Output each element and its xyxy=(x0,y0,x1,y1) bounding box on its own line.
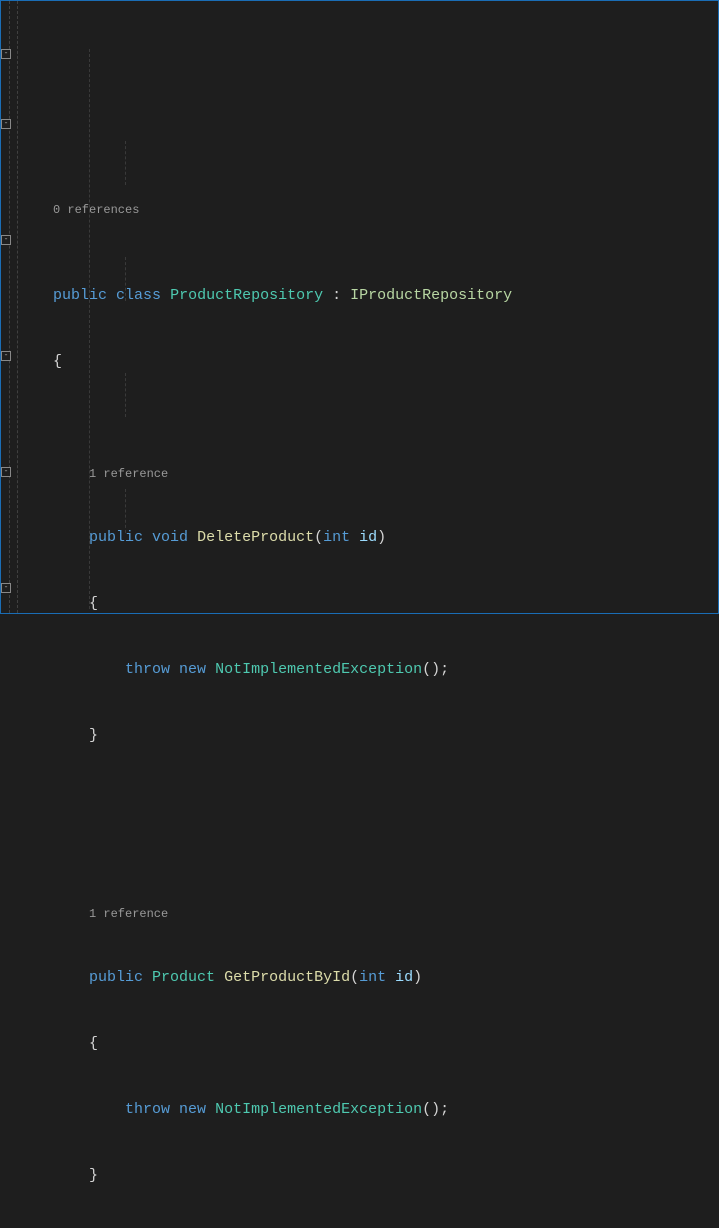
fold-icon[interactable]: - xyxy=(1,351,11,361)
method-delete-signature: public void DeleteProduct(int id) xyxy=(29,527,718,549)
code-editor[interactable]: - - - - - - 0 references public class Pr… xyxy=(1,1,718,613)
codelens-getbyid[interactable]: 1 reference xyxy=(29,905,718,923)
code-area[interactable]: 0 references public class ProductReposit… xyxy=(29,1,718,613)
brace-open: { xyxy=(29,351,718,373)
brace-close: } xyxy=(29,725,718,747)
codelens-class[interactable]: 0 references xyxy=(29,201,718,219)
fold-icon[interactable]: - xyxy=(1,49,11,59)
brace-open: { xyxy=(29,593,718,615)
brace-close: } xyxy=(29,1165,718,1187)
throw-statement: throw new NotImplementedException(); xyxy=(29,1099,718,1121)
class-declaration: public class ProductRepository : IProduc… xyxy=(29,285,718,307)
throw-statement: throw new NotImplementedException(); xyxy=(29,659,718,681)
codelens-delete[interactable]: 1 reference xyxy=(29,465,718,483)
brace-open: { xyxy=(29,1033,718,1055)
method-getbyid-signature: public Product GetProductById(int id) xyxy=(29,967,718,989)
fold-icon[interactable]: - xyxy=(1,119,11,129)
fold-icon[interactable]: - xyxy=(1,583,11,593)
fold-icon[interactable]: - xyxy=(1,467,11,477)
gutter: - - - - - - xyxy=(1,1,29,613)
fold-icon[interactable]: - xyxy=(1,235,11,245)
